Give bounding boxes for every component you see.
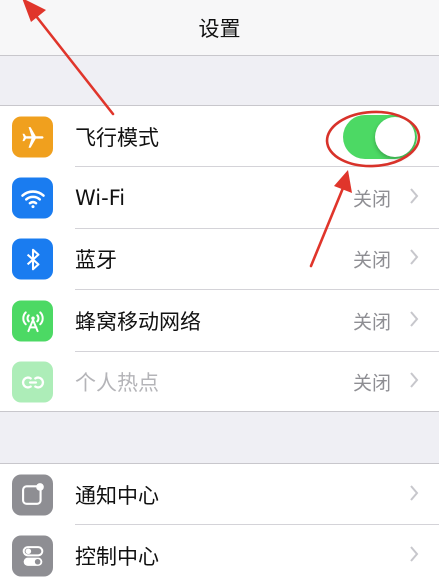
cellular-label: 蜂窝移动网络 [75,309,201,334]
page-title: 设置 [198,16,241,41]
personal-hotspot-label: 个人热点 [75,371,159,396]
airplane-mode-label: 飞行模式 [75,125,159,150]
toggle-knob [375,116,415,157]
chevron-right-icon [409,249,419,270]
settings-row-personal-hotspot[interactable]: 个人热点 关闭 [0,352,439,413]
hotspot-icon [12,361,53,403]
settings-row-notification-center[interactable]: 通知中心 [0,464,439,526]
settings-row-cellular[interactable]: 蜂窝移动网络 关闭 [0,290,439,352]
bluetooth-status-value: 关闭 [352,249,391,272]
wifi-icon [12,177,53,219]
bluetooth-label: 蓝牙 [75,248,117,273]
wifi-label: Wi-Fi [75,186,126,211]
settings-row-control-center[interactable]: 控制中心 [0,525,439,586]
cellular-status-value: 关闭 [352,311,391,334]
airplane-mode-toggle[interactable] [343,114,417,159]
bluetooth-icon [12,238,53,280]
navigation-bar: 设置 [0,0,439,56]
settings-row-wifi[interactable]: Wi-Fi 关闭 [0,167,439,229]
chevron-right-icon [409,188,419,209]
airplane-icon [12,116,53,158]
wifi-status-value: 关闭 [352,188,391,211]
system-settings-group: 通知中心 控制中心 [0,463,439,588]
chevron-right-icon [409,310,419,331]
settings-row-airplane-mode[interactable]: 飞行模式 [0,106,439,168]
personal-hotspot-status-value: 关闭 [352,372,391,395]
chevron-right-icon [409,546,419,567]
notification-center-icon [12,474,53,516]
connectivity-settings-group: 飞行模式 Wi-Fi 关闭 蓝牙 关闭 蜂窝移动网络 关闭 个人热点 关闭 [0,105,439,412]
control-center-label: 控制中心 [75,545,159,570]
cellular-icon [12,300,53,342]
notification-center-label: 通知中心 [75,483,159,508]
chevron-right-icon [409,372,419,393]
control-center-icon [12,535,53,577]
settings-row-bluetooth[interactable]: 蓝牙 关闭 [0,229,439,291]
chevron-right-icon [409,484,419,505]
